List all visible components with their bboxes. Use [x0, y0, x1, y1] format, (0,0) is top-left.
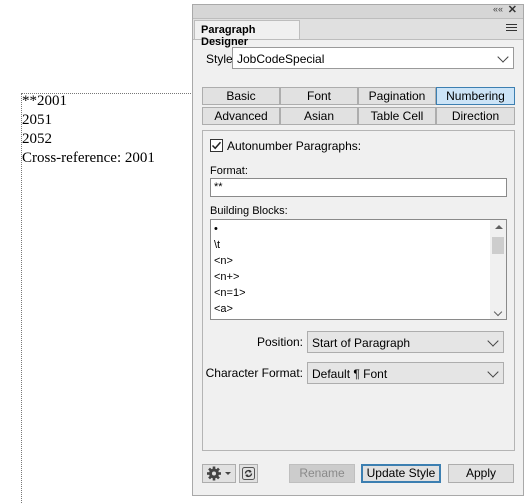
update-style-button[interactable]: Update Style	[361, 464, 441, 483]
tab-direction[interactable]: Direction	[436, 107, 515, 125]
list-item[interactable]: <n>	[214, 255, 233, 267]
chevron-down-icon	[487, 366, 499, 378]
autonumber-checkbox[interactable]	[210, 139, 223, 152]
list-item[interactable]: <n+>	[214, 271, 239, 283]
refresh-icon	[242, 467, 255, 480]
list-item[interactable]: <a>	[214, 303, 233, 315]
tab-pagination[interactable]: Pagination	[358, 87, 436, 105]
tab-advanced[interactable]: Advanced	[202, 107, 280, 125]
chevron-down-icon	[487, 335, 499, 347]
doc-line[interactable]: Cross-reference: 2001	[22, 149, 155, 168]
format-label: Format:	[210, 165, 248, 177]
scroll-up-icon[interactable]	[495, 225, 503, 229]
tab-table-cell[interactable]: Table Cell	[358, 107, 436, 125]
paragraph-designer-panel: «« ✕ Paragraph Designer Style: JobCodeSp…	[192, 4, 524, 496]
tab-font[interactable]: Font	[280, 87, 358, 105]
gear-icon	[207, 466, 231, 481]
rename-button[interactable]: Rename	[289, 464, 355, 483]
apply-button[interactable]: Apply	[448, 464, 514, 483]
position-dropdown[interactable]: Start of Paragraph	[307, 331, 504, 353]
doc-line[interactable]: 2052	[22, 130, 155, 149]
list-item[interactable]: •	[214, 223, 218, 235]
list-item[interactable]: <n=1>	[214, 287, 246, 299]
tab-numbering[interactable]: Numbering	[436, 87, 515, 105]
doc-line[interactable]: **2001	[22, 92, 155, 111]
panel-titlebar[interactable]: «« ✕	[193, 3, 523, 19]
character-format-dropdown[interactable]: Default ¶ Font	[307, 362, 504, 384]
panel-menu-icon[interactable]	[506, 24, 517, 33]
format-input[interactable]: **	[210, 178, 507, 197]
list-item[interactable]: \t	[214, 239, 220, 251]
refresh-button[interactable]	[239, 464, 258, 483]
position-label: Position:	[256, 335, 303, 349]
chevron-down-icon	[497, 51, 509, 63]
close-icon[interactable]: ✕	[508, 3, 517, 16]
tab-basic[interactable]: Basic	[202, 87, 280, 105]
style-select[interactable]: JobCodeSpecial	[232, 47, 514, 69]
document-text[interactable]: **2001 2051 2052 Cross-reference: 2001	[22, 92, 155, 168]
collapse-icon[interactable]: ««	[493, 4, 503, 14]
building-blocks-label: Building Blocks:	[210, 205, 288, 217]
character-format-label: Character Format:	[205, 366, 303, 380]
scroll-down-icon[interactable]	[493, 307, 503, 317]
style-value: JobCodeSpecial	[237, 52, 325, 66]
position-value: Start of Paragraph	[312, 336, 411, 350]
doc-line[interactable]: 2051	[22, 111, 155, 130]
tab-paragraph-designer[interactable]: Paragraph Designer	[194, 20, 300, 48]
building-blocks-list[interactable]: • \t <n> <n+> <n=1> <a>	[210, 219, 507, 320]
building-blocks-scrollbar[interactable]	[490, 220, 506, 319]
tab-asian[interactable]: Asian	[280, 107, 358, 125]
character-format-value: Default ¶ Font	[312, 367, 388, 381]
settings-menu-button[interactable]	[202, 464, 236, 483]
panel-tab-row: Paragraph Designer	[193, 19, 523, 48]
autonumber-label: Autonumber Paragraphs:	[227, 139, 362, 153]
scroll-thumb[interactable]	[492, 237, 504, 254]
